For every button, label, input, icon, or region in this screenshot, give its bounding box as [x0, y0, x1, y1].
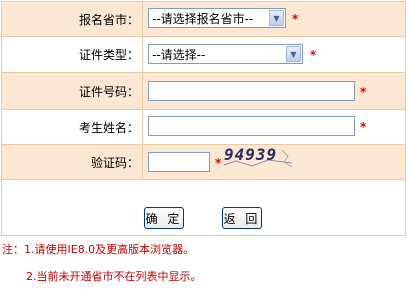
province-select-value: --请选择报名省市-- [152, 11, 254, 26]
id-number-label: 证件号码： [78, 84, 139, 99]
id-type-select-value: --请选择-- [152, 47, 206, 62]
name-input[interactable] [148, 116, 355, 136]
note-line-1: 注：1.请使用IE8.0及更高版本浏览器。 [2, 243, 195, 256]
divider [142, 73, 143, 109]
captcha-label: 验证码： [90, 155, 139, 170]
required-mark: * [360, 120, 367, 134]
captcha-row: 验证码： * [2, 145, 405, 179]
chevron-down-icon[interactable]: ▼ [269, 10, 284, 26]
chevron-down-icon[interactable]: ▼ [286, 46, 301, 62]
id-number-input[interactable] [148, 81, 355, 101]
confirm-button[interactable]: 确 定 [144, 207, 184, 229]
required-mark: * [310, 48, 317, 62]
captcha-input[interactable] [148, 152, 210, 172]
required-mark: * [292, 12, 299, 26]
note-line-2: 2.当前未开通省市不在列表中显示。 [26, 270, 202, 283]
name-row: 考生姓名： * [2, 110, 405, 144]
divider [2, 179, 405, 180]
required-mark: * [360, 85, 367, 99]
province-label: 报名省市： [78, 12, 139, 27]
id-type-select[interactable]: --请选择-- ▼ [148, 44, 303, 64]
province-row: 报名省市： --请选择报名省市-- ▼ * [2, 2, 405, 36]
required-mark: * [215, 156, 222, 170]
id-type-row: 证件类型： --请选择-- ▼ * [2, 37, 405, 72]
id-type-label: 证件类型： [78, 48, 139, 62]
id-number-row: 证件号码： * [2, 73, 405, 109]
captcha-text: 94939 [224, 145, 278, 164]
province-select[interactable]: --请选择报名省市-- ▼ [148, 8, 286, 28]
divider [142, 2, 143, 36]
captcha-image[interactable]: 94939 [222, 145, 294, 169]
back-button[interactable]: 返 回 [222, 207, 262, 229]
divider [142, 37, 143, 72]
divider [142, 110, 143, 144]
divider [142, 145, 143, 179]
name-label: 考生姓名： [78, 120, 139, 135]
registration-form: 报名省市： --请选择报名省市-- ▼ * 证件类型： --请选择-- ▼ * … [1, 1, 406, 236]
